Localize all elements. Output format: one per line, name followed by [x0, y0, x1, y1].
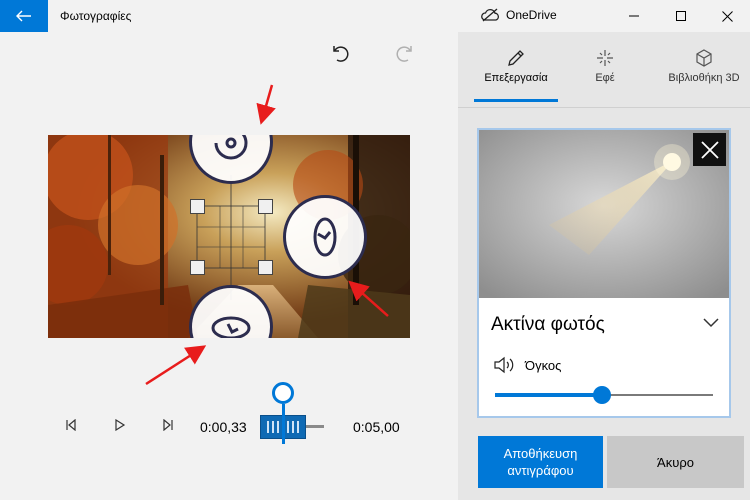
effect-card: Ακτίνα φωτός Όγκος [477, 128, 731, 418]
close-window-button[interactable] [704, 0, 750, 32]
edit-panel: Επεξεργασία Εφέ Βιβλιοθήκη 3D Ακτίνα φωτ… [458, 32, 750, 500]
back-button[interactable] [0, 0, 48, 32]
tab-edit-label: Επεξεργασία [484, 72, 548, 84]
chevron-down-icon[interactable] [703, 318, 719, 328]
volume-icon [494, 356, 514, 374]
onedrive-button[interactable]: OneDrive [480, 8, 557, 22]
minimize-button[interactable] [611, 0, 657, 32]
undo-button[interactable] [328, 42, 350, 64]
app-title: Φωτογραφίες [60, 9, 132, 23]
next-frame-button[interactable] [159, 416, 177, 434]
tab-3d-library[interactable]: Βιβλιοθήκη 3D [658, 32, 750, 107]
current-time: 0:00,33 [200, 419, 247, 435]
redo-icon [396, 46, 412, 62]
effect-name: Ακτίνα φωτός [491, 314, 605, 335]
step-forward-icon [163, 419, 173, 431]
tab-3d-library-label: Βιβλιοθήκη 3D [668, 72, 740, 84]
title-bar: Φωτογραφίες OneDrive [0, 0, 750, 32]
volume-slider-thumb[interactable] [592, 386, 611, 404]
close-icon [700, 140, 719, 159]
playhead-stem [282, 404, 285, 444]
undo-icon [333, 46, 349, 62]
play-button[interactable] [111, 416, 129, 434]
playhead-handle[interactable] [272, 382, 294, 404]
total-time: 0:05,00 [353, 419, 400, 435]
crop-handle-bottom-right[interactable] [258, 260, 273, 275]
cloud-icon [481, 8, 499, 22]
crop-handle-top-left[interactable] [190, 199, 205, 214]
volume-label: Όγκος [525, 358, 562, 373]
redo-button[interactable] [395, 42, 417, 64]
tab-effects[interactable]: Εφέ [575, 32, 635, 107]
rotate-horizontal-icon [211, 316, 251, 338]
sparkle-icon [597, 50, 613, 66]
rotate-y-handle[interactable] [283, 195, 367, 279]
cancel-button[interactable]: Άκυρο [607, 436, 744, 488]
remove-effect-button[interactable] [693, 133, 726, 166]
step-back-icon [66, 419, 76, 431]
cube-icon [696, 49, 712, 67]
maximize-button[interactable] [658, 0, 704, 32]
playback-controls: 0:00,33 0:05,00 [0, 382, 458, 445]
onedrive-label: OneDrive [506, 8, 557, 22]
volume-slider-fill [495, 393, 602, 397]
rotate-icon [214, 135, 248, 160]
crop-handle-top-right[interactable] [258, 199, 273, 214]
pencil-icon [508, 50, 524, 66]
tab-divider [458, 107, 750, 108]
video-preview[interactable] [48, 135, 410, 338]
tab-effects-label: Εφέ [595, 72, 615, 84]
back-arrow-icon [16, 10, 31, 22]
play-icon [115, 419, 126, 431]
tab-edit[interactable]: Επεξεργασία [474, 32, 558, 107]
light-beam-preview [479, 130, 729, 298]
previous-frame-button[interactable] [62, 416, 80, 434]
save-copy-button[interactable]: Αποθήκευση αντιγράφου [478, 436, 603, 488]
crop-handle-bottom-left[interactable] [190, 260, 205, 275]
rotate-vertical-icon [313, 217, 337, 257]
close-icon [721, 10, 733, 22]
active-tab-indicator [474, 99, 558, 102]
maximize-icon [676, 11, 686, 21]
minimize-icon [629, 15, 639, 17]
